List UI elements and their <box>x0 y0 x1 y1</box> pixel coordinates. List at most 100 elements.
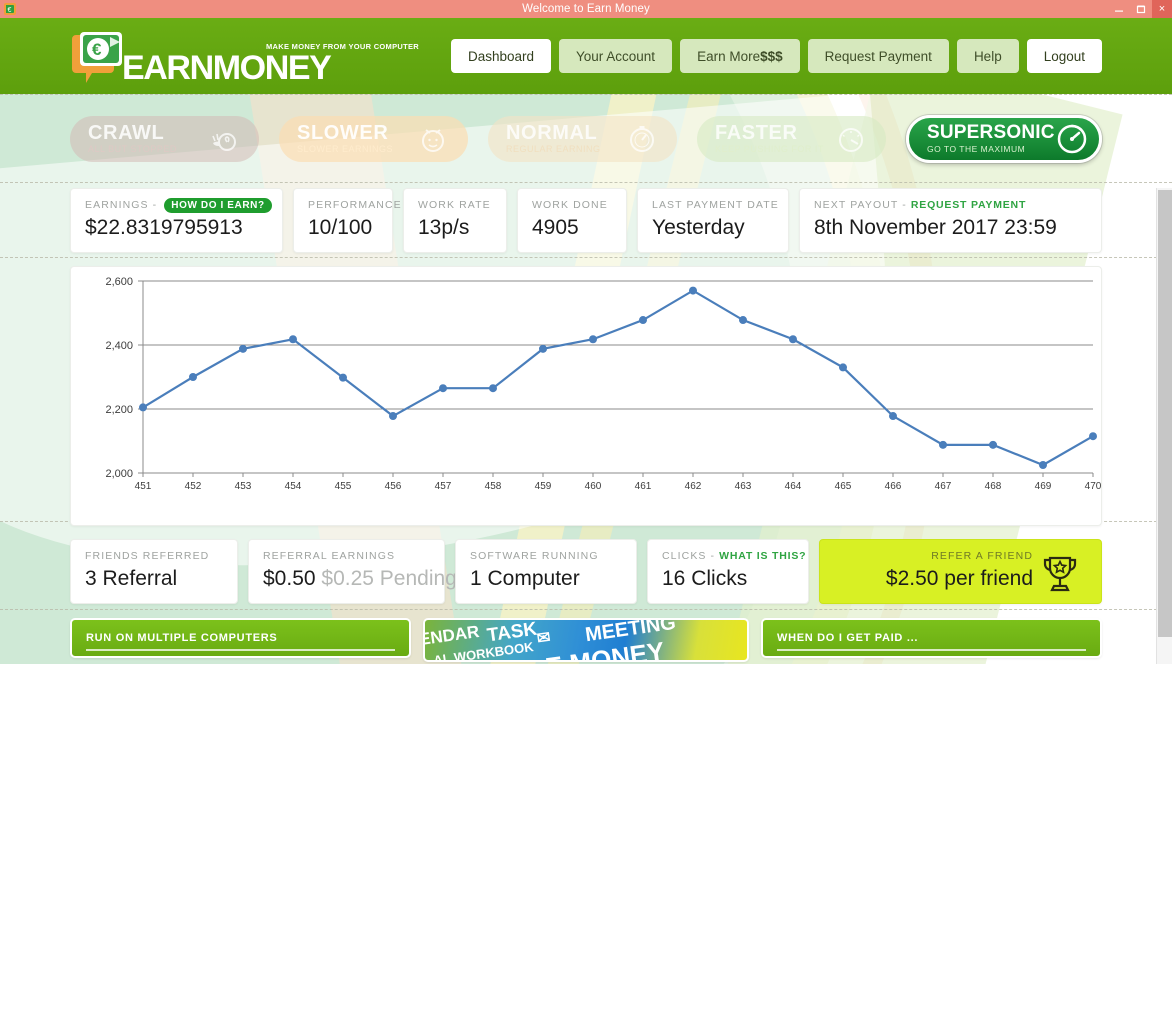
promo-run-on-multiple-computers[interactable]: RUN ON MULTIPLE COMPUTERS <box>70 618 411 658</box>
refer-a-friend-card[interactable]: REFER A FRIEND $2.50 per friend <box>819 539 1102 604</box>
svg-text:€: € <box>92 40 102 59</box>
speed-supersonic-subtitle: GO TO THE MAXIMUM <box>927 144 1026 154</box>
desktop-background <box>0 664 1172 1024</box>
speed-normal-subtitle: REGULAR EARNING <box>506 144 601 154</box>
stat-card-clicks: CLICKS - WHAT IS THIS? 16 Clicks <box>647 539 809 604</box>
promo-paid-rule <box>777 649 1086 651</box>
chart-x-tick-label: 460 <box>585 481 602 492</box>
chart-x-tick-label: 462 <box>685 481 702 492</box>
stat-work-rate-label: WORK RATE <box>418 199 491 211</box>
speed-normal-title: NORMAL <box>506 122 598 144</box>
promo-when-do-i-get-paid[interactable]: WHEN DO I GET PAID ... <box>761 618 1102 658</box>
how-do-i-earn-badge[interactable]: HOW DO I EARN? <box>164 198 272 213</box>
speed-crawl-title: CRAWL <box>88 122 165 144</box>
chart-x-tick-label: 453 <box>235 481 252 492</box>
snail-icon <box>207 122 241 156</box>
stat-work-done-label: WORK DONE <box>532 199 608 211</box>
speed-option-normal[interactable]: NORMAL REGULAR EARNING <box>488 116 677 162</box>
site-header: € MAKE MONEY FROM YOUR COMPUTER EARNMONE… <box>0 18 1172 94</box>
speed-faster-subtitle: KEEP PUSHING FOR IT <box>715 144 824 154</box>
nav-request-payment[interactable]: Request Payment <box>807 39 949 73</box>
chart-y-tick-label: 2,600 <box>105 276 133 288</box>
trophy-icon <box>1037 552 1083 598</box>
speed-option-faster[interactable]: FASTER KEEP PUSHING FOR IT <box>697 116 886 162</box>
speed-option-slower[interactable]: SLOWER SLOWER EARNINGS <box>279 116 468 162</box>
stat-referral-earnings-label: REFERRAL EARNINGS <box>263 550 396 562</box>
scrollbar-thumb[interactable] <box>1158 190 1172 637</box>
chart-data-point <box>989 440 997 449</box>
refer-a-friend-label: REFER A FRIEND <box>931 550 1033 562</box>
nav-your-account[interactable]: Your Account <box>559 39 673 73</box>
logo[interactable]: € MAKE MONEY FROM YOUR COMPUTER EARNMONE… <box>70 27 419 85</box>
chart-x-tick-label: 455 <box>335 481 352 492</box>
stat-card-earnings: EARNINGS - HOW DO I EARN? $22.8319795913 <box>70 188 283 253</box>
chart-data-point <box>739 316 747 325</box>
stat-earnings-label: EARNINGS - HOW DO I EARN? <box>85 198 272 213</box>
chart-data-point <box>839 363 847 372</box>
stat-software-running-label: SOFTWARE RUNNING <box>470 550 599 562</box>
speed-option-supersonic[interactable]: SUPERSONIC GO TO THE MAXIMUM <box>906 115 1102 163</box>
refer-a-friend-value: $2.50 per friend <box>885 567 1033 590</box>
speed-supersonic-title: SUPERSONIC <box>927 122 1055 143</box>
stat-performance-label: PERFORMANCE <box>308 199 402 211</box>
nav-logout[interactable]: Logout <box>1026 39 1102 73</box>
stat-card-performance: PERFORMANCE 10/100 <box>293 188 402 253</box>
stat-performance-value: 10/100 <box>308 216 373 239</box>
window-title: Welcome to Earn Money <box>522 3 650 15</box>
vertical-scrollbar[interactable]: ▼ <box>1156 188 1172 664</box>
nav-earn-more[interactable]: Earn More $$$ <box>680 39 800 73</box>
chart-data-point <box>639 316 647 325</box>
chart-y-tick-label: 2,000 <box>105 468 133 480</box>
speed-crawl-subtitle: ALL BUT STOPPED <box>88 144 177 154</box>
chart-x-tick-label: 464 <box>785 481 802 492</box>
gauge-icon <box>1055 122 1089 156</box>
chart-x-tick-label: 461 <box>635 481 652 492</box>
chart-x-tick-label: 467 <box>935 481 952 492</box>
stat-referral-earnings-value: $0.50 $0.25 Pending <box>263 567 457 590</box>
close-button[interactable]: × <box>1152 0 1172 18</box>
maximize-button[interactable] <box>1130 0 1152 18</box>
chart-x-tick-label: 456 <box>385 481 402 492</box>
chart-x-tick-label: 465 <box>835 481 852 492</box>
stat-referral-pending: $0.25 Pending <box>321 567 457 590</box>
chart-data-point <box>489 384 497 393</box>
stat-next-payout-value: 8th November 2017 23:59 <box>814 216 1057 239</box>
alarm-clock-icon <box>416 122 450 156</box>
chart-data-point <box>1089 432 1097 441</box>
chart-x-tick-label: 459 <box>535 481 552 492</box>
speed-slower-subtitle: SLOWER EARNINGS <box>297 144 394 154</box>
chart-x-tick-label: 451 <box>135 481 152 492</box>
nav-request-payment-label: Request Payment <box>824 48 932 64</box>
speed-option-crawl[interactable]: CRAWL ALL BUT STOPPED <box>70 116 259 162</box>
stopwatch-icon <box>625 122 659 156</box>
chart-data-points <box>139 286 1097 469</box>
chart-data-point <box>189 373 197 381</box>
nav-dashboard[interactable]: Dashboard <box>450 39 551 73</box>
chart-data-point <box>689 286 697 295</box>
chart-data-point <box>889 412 897 421</box>
request-payment-link[interactable]: REQUEST PAYMENT <box>911 199 1026 211</box>
stat-card-friends-referred: FRIENDS REFERRED 3 Referral <box>70 539 238 604</box>
promo-banner-image[interactable]: ENDAR TASK MEETING E MONEY AL WORKBOOK ✉ <box>423 618 749 662</box>
chart-data-point <box>439 384 447 393</box>
window-controls: × <box>1108 0 1172 18</box>
nav-help[interactable]: Help <box>956 39 1019 73</box>
logo-tagline: MAKE MONEY FROM YOUR COMPUTER <box>266 42 420 51</box>
stat-card-software-running: SOFTWARE RUNNING 1 Computer <box>455 539 637 604</box>
window-titlebar: € Welcome to Earn Money × <box>0 0 1172 18</box>
chart-y-axis-labels: 2,000 2,200 2,400 2,600 <box>105 276 143 480</box>
what-is-this-link[interactable]: WHAT IS THIS? <box>719 550 806 562</box>
page-body: CRAWL ALL BUT STOPPED SLOWER SLOWER EARN… <box>0 94 1172 664</box>
nav-earn-more-label: Earn More <box>697 48 761 64</box>
work-chart: 2,0002,2002,4002,600 451 452 453 454 455 456 4… <box>105 276 1101 492</box>
nav-earn-more-suffix: $$$ <box>760 48 783 64</box>
chart-x-tick-label: 454 <box>285 481 302 492</box>
chart-data-point <box>589 335 597 344</box>
speed-faster-title: FASTER <box>715 122 798 144</box>
stats-row-bottom: FRIENDS REFERRED 3 Referral REFERRAL EAR… <box>70 539 1102 604</box>
minimize-button[interactable] <box>1108 0 1130 18</box>
chart-x-tick-label: 466 <box>885 481 902 492</box>
chart-y-tick-label: 2,200 <box>105 404 133 416</box>
stat-card-work-done: WORK DONE 4905 <box>517 188 627 253</box>
work-chart-card: 2,000 2,200 2,400 2,600 451 452 453 454 455 456 4… <box>70 266 1102 526</box>
